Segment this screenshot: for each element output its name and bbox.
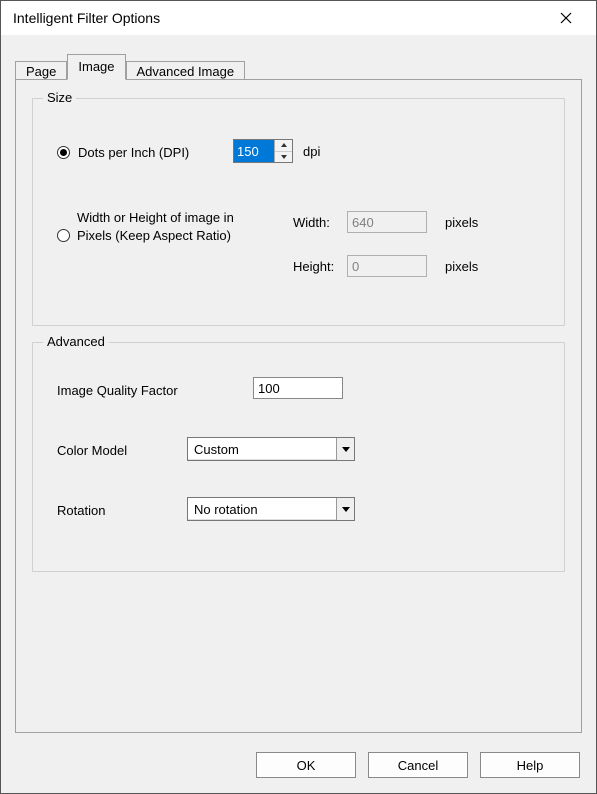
chevron-up-icon [281, 143, 287, 147]
rotation-combo[interactable]: No rotation [187, 497, 355, 521]
chevron-down-icon [281, 155, 287, 159]
tab-page-label: Page [26, 64, 56, 79]
tab-strip: Page Image Advanced Image [15, 55, 245, 79]
chevron-down-icon [342, 507, 350, 512]
tab-advanced-image-label: Advanced Image [137, 64, 235, 79]
close-button[interactable] [546, 4, 586, 32]
width-input [347, 211, 427, 233]
ok-button-label: OK [297, 758, 316, 773]
pixels-label: Width or Height of image in Pixels (Keep… [77, 209, 257, 245]
help-button[interactable]: Help [480, 752, 580, 778]
color-model-value: Custom [188, 442, 336, 457]
tab-image[interactable]: Image [67, 54, 125, 80]
tab-advanced-image[interactable]: Advanced Image [126, 61, 246, 81]
tab-panel: Size Dots per Inch (DPI) dpi Width or H [15, 79, 582, 733]
color-model-arrow[interactable] [336, 438, 354, 460]
color-model-combo[interactable]: Custom [187, 437, 355, 461]
client-area: Page Image Advanced Image Size Dots per … [1, 35, 596, 793]
radio-dpi[interactable] [57, 146, 70, 159]
groupbox-advanced: Advanced Image Quality Factor Color Mode… [32, 342, 565, 572]
width-unit: pixels [445, 215, 478, 230]
quality-label: Image Quality Factor [57, 383, 227, 398]
color-model-label: Color Model [57, 443, 127, 458]
height-input [347, 255, 427, 277]
window-title: Intelligent Filter Options [13, 10, 160, 26]
groupbox-size-legend: Size [43, 90, 76, 105]
groupbox-size: Size Dots per Inch (DPI) dpi Width or H [32, 98, 565, 326]
rotation-label: Rotation [57, 503, 105, 518]
rotation-value: No rotation [188, 502, 336, 517]
height-label: Height: [293, 259, 347, 274]
dpi-unit: dpi [303, 144, 320, 159]
cancel-button-label: Cancel [398, 758, 438, 773]
dpi-spinbox[interactable] [233, 139, 293, 163]
dpi-spin-down[interactable] [275, 152, 292, 163]
help-button-label: Help [517, 758, 544, 773]
ok-button[interactable]: OK [256, 752, 356, 778]
tab-image-label: Image [78, 59, 114, 74]
tab-page[interactable]: Page [15, 61, 67, 81]
dpi-input[interactable] [234, 140, 274, 162]
close-icon [560, 12, 572, 24]
dialog-footer: OK Cancel Help [1, 737, 596, 793]
radio-pixels[interactable] [57, 229, 70, 242]
dpi-label: Dots per Inch (DPI) [78, 145, 189, 160]
rotation-arrow[interactable] [336, 498, 354, 520]
width-label: Width: [293, 215, 347, 230]
dpi-spin-up[interactable] [275, 140, 292, 152]
title-bar: Intelligent Filter Options [1, 1, 596, 35]
quality-input[interactable] [253, 377, 343, 399]
cancel-button[interactable]: Cancel [368, 752, 468, 778]
groupbox-advanced-legend: Advanced [43, 334, 109, 349]
height-unit: pixels [445, 259, 478, 274]
chevron-down-icon [342, 447, 350, 452]
